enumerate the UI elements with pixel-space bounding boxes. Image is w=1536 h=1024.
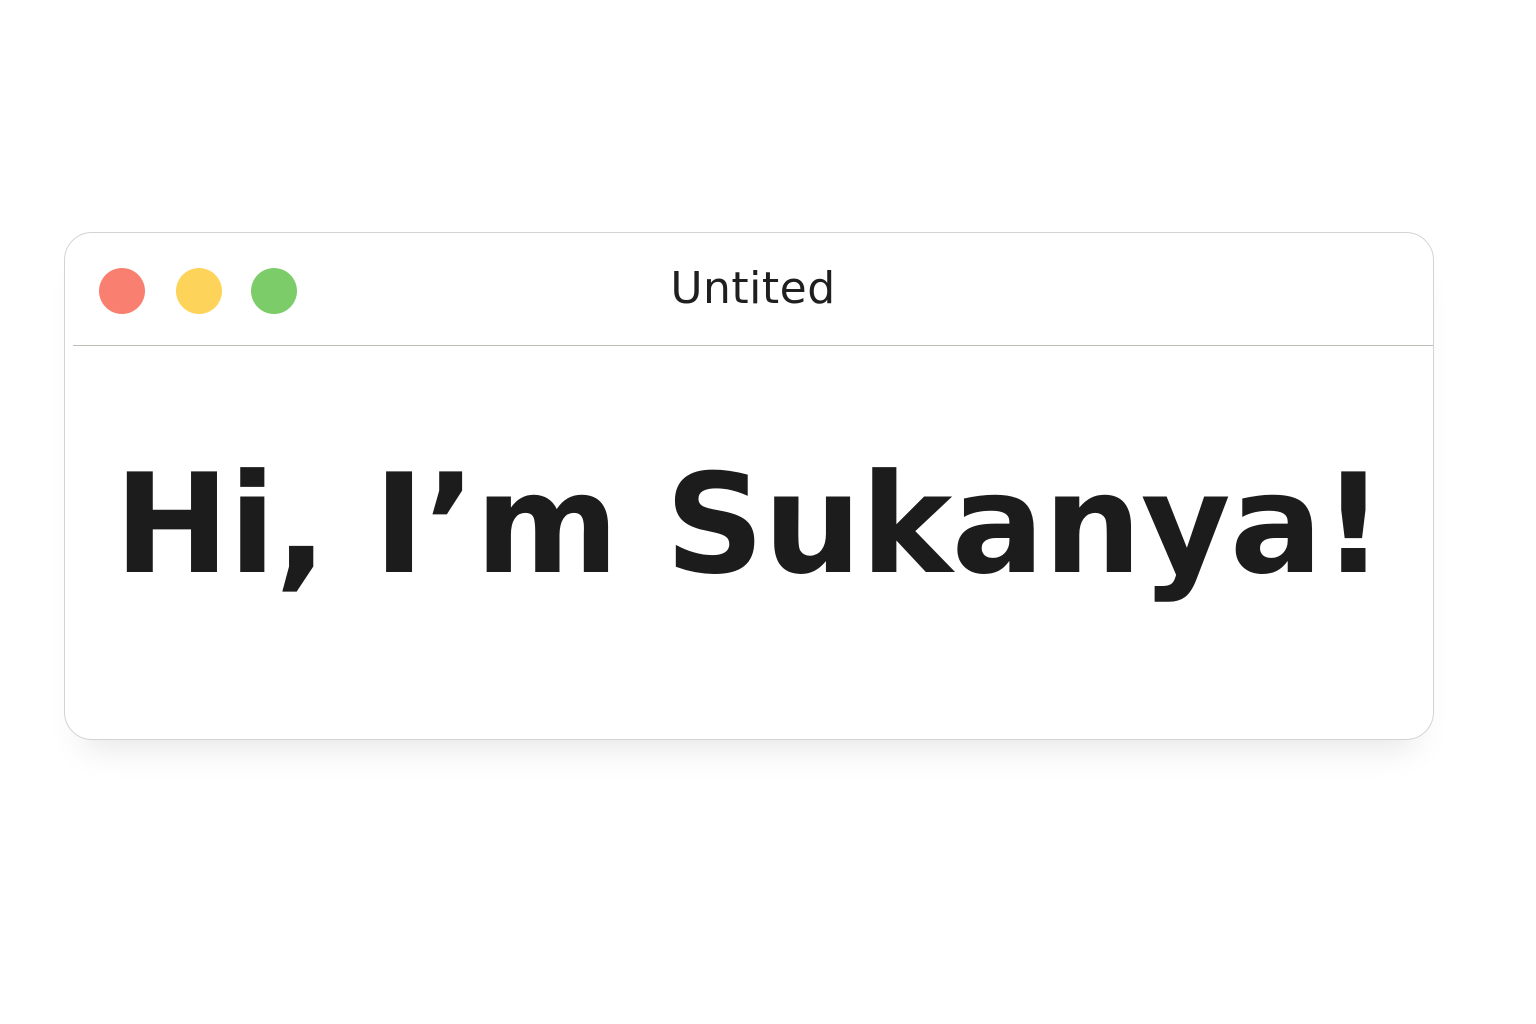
app-window: Untited Hi, I’m Sukanya!	[64, 232, 1434, 740]
window-title: Untited	[670, 263, 836, 314]
title-bar[interactable]: Untited	[73, 233, 1433, 346]
window-content: Hi, I’m Sukanya!	[65, 347, 1433, 739]
greeting-text: Hi, I’m Sukanya!	[114, 444, 1385, 605]
